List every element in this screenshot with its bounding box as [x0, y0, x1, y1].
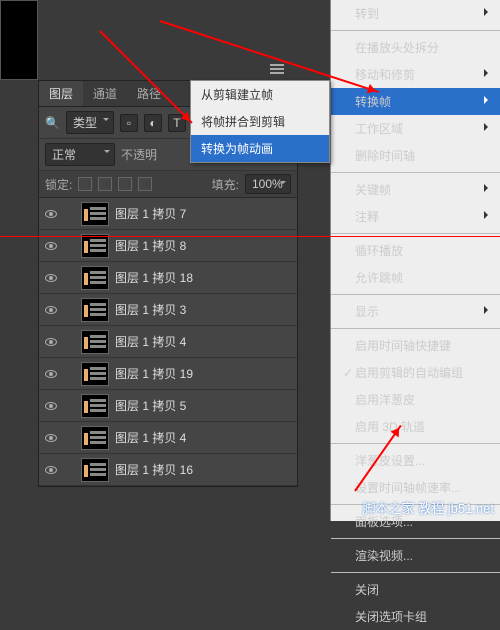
- lock-transparency-icon[interactable]: [78, 177, 92, 191]
- menu-enable-autogroup[interactable]: ✓启用剪辑的自动编组: [331, 359, 500, 386]
- layer-name: 图层 1 拷贝 18: [115, 269, 297, 286]
- layer-name: 图层 1 拷贝 7: [115, 205, 297, 222]
- layer-name: 图层 1 拷贝 4: [115, 429, 297, 446]
- separator: [331, 538, 500, 539]
- document-canvas: [0, 0, 38, 80]
- layer-thumbnail: [81, 394, 109, 418]
- layer-row[interactable]: 图层 1 拷贝 4: [39, 326, 297, 358]
- panel-flyout-button[interactable]: [270, 62, 290, 76]
- filter-adjust-icon[interactable]: ◐: [144, 114, 162, 132]
- menu-close-group[interactable]: 关闭选项卡组: [331, 603, 500, 630]
- blend-mode-dropdown[interactable]: 正常: [45, 143, 115, 166]
- menu-render-video[interactable]: 渲染视频...: [331, 542, 500, 569]
- lock-all-icon[interactable]: [138, 177, 152, 191]
- tab-channels[interactable]: 通道: [83, 81, 127, 106]
- menu-keyframes[interactable]: 关键帧: [331, 176, 500, 203]
- layer-name: 图层 1 拷贝 3: [115, 301, 297, 318]
- menu-comments[interactable]: 注释: [331, 203, 500, 230]
- submenu-flatten-frames[interactable]: 将帧拼合到剪辑: [191, 108, 329, 135]
- layer-name: 图层 1 拷贝 16: [115, 461, 297, 478]
- layer-name: 图层 1 拷贝 8: [115, 237, 297, 254]
- layer-row[interactable]: 图层 1 拷贝 18: [39, 262, 297, 294]
- layer-row[interactable]: 图层 1 拷贝 16: [39, 454, 297, 486]
- submenu-convert-frame-animation[interactable]: 转换为帧动画: [191, 135, 329, 162]
- menu-close[interactable]: 关闭: [331, 576, 500, 603]
- menu-convert-frames[interactable]: 转换帧: [331, 88, 500, 115]
- lock-position-icon[interactable]: [118, 177, 132, 191]
- layer-thumbnail: [81, 266, 109, 290]
- layer-thumbnail: [81, 458, 109, 482]
- menu-enable-onion[interactable]: 启用洋葱皮: [331, 386, 500, 413]
- visibility-eye-icon[interactable]: [39, 274, 63, 282]
- layer-row[interactable]: 图层 1 拷贝 19: [39, 358, 297, 390]
- filter-pixel-icon[interactable]: ▫: [120, 114, 138, 132]
- menu-delete-timeline[interactable]: 删除时间轴: [331, 142, 500, 169]
- layer-row[interactable]: 图层 1 拷贝 8: [39, 230, 297, 262]
- submenu-make-frames[interactable]: 从剪辑建立帧: [191, 81, 329, 108]
- frames-submenu: 从剪辑建立帧 将帧拼合到剪辑 转换为帧动画: [190, 80, 330, 163]
- menu-goto[interactable]: 转到: [331, 0, 500, 27]
- separator: [331, 294, 500, 295]
- filter-kind-dropdown[interactable]: 类型: [66, 111, 114, 134]
- separator: [331, 172, 500, 173]
- layer-thumbnail: [81, 330, 109, 354]
- menu-enable-shortcuts[interactable]: 启用时间轴快捷键: [331, 332, 500, 359]
- visibility-eye-icon[interactable]: [39, 210, 63, 218]
- visibility-eye-icon[interactable]: [39, 466, 63, 474]
- visibility-eye-icon[interactable]: [39, 370, 63, 378]
- layer-name: 图层 1 拷贝 19: [115, 365, 297, 382]
- tab-layers[interactable]: 图层: [39, 81, 83, 106]
- layer-row[interactable]: 图层 1 拷贝 3: [39, 294, 297, 326]
- fill-value-dropdown[interactable]: 100%: [245, 174, 291, 194]
- layer-thumbnail: [81, 362, 109, 386]
- menu-onion-settings[interactable]: 洋葱皮设置...: [331, 447, 500, 474]
- visibility-eye-icon[interactable]: [39, 434, 63, 442]
- menu-work-area[interactable]: 工作区域: [331, 115, 500, 142]
- visibility-eye-icon[interactable]: [39, 338, 63, 346]
- annotation-line: [0, 236, 500, 237]
- menu-show[interactable]: 显示: [331, 298, 500, 325]
- menu-allow-skip[interactable]: 允许跳帧: [331, 264, 500, 291]
- layer-name: 图层 1 拷贝 4: [115, 333, 297, 350]
- layer-thumbnail: [81, 234, 109, 258]
- layer-row[interactable]: 图层 1 拷贝 4: [39, 422, 297, 454]
- lock-label: 锁定:: [45, 176, 72, 193]
- lock-row: 锁定: 填充: 100%: [39, 171, 297, 198]
- separator: [331, 328, 500, 329]
- watermark-text: 脚本之家 教程 jb51.net: [363, 498, 495, 517]
- menu-enable-3d[interactable]: 启用 3D 轨道: [331, 413, 500, 440]
- menu-split-playhead[interactable]: 在播放头处拆分: [331, 34, 500, 61]
- opacity-label: 不透明: [121, 146, 157, 163]
- layer-row[interactable]: 图层 1 拷贝 7: [39, 198, 297, 230]
- layer-thumbnail: [81, 202, 109, 226]
- separator: [331, 233, 500, 234]
- layer-row[interactable]: 图层 1 拷贝 5: [39, 390, 297, 422]
- visibility-eye-icon[interactable]: [39, 306, 63, 314]
- separator: [331, 572, 500, 573]
- menu-loop[interactable]: 循环播放: [331, 237, 500, 264]
- layers-list: 图层 1 拷贝 7 图层 1 拷贝 8 图层 1 拷贝 18 图层 1 拷贝 3 图层 …: [39, 198, 297, 486]
- search-icon: 🔍: [45, 116, 60, 130]
- layer-thumbnail: [81, 298, 109, 322]
- timeline-flyout-menu: 转到 在播放头处拆分 移动和修剪 转换帧 工作区域 删除时间轴 关键帧 注释 循…: [330, 0, 500, 521]
- visibility-eye-icon[interactable]: [39, 402, 63, 410]
- layer-name: 图层 1 拷贝 5: [115, 397, 297, 414]
- fill-label: 填充:: [212, 176, 239, 193]
- lock-pixels-icon[interactable]: [98, 177, 112, 191]
- layer-thumbnail: [81, 426, 109, 450]
- separator: [331, 443, 500, 444]
- visibility-eye-icon[interactable]: [39, 242, 63, 250]
- separator: [331, 30, 500, 31]
